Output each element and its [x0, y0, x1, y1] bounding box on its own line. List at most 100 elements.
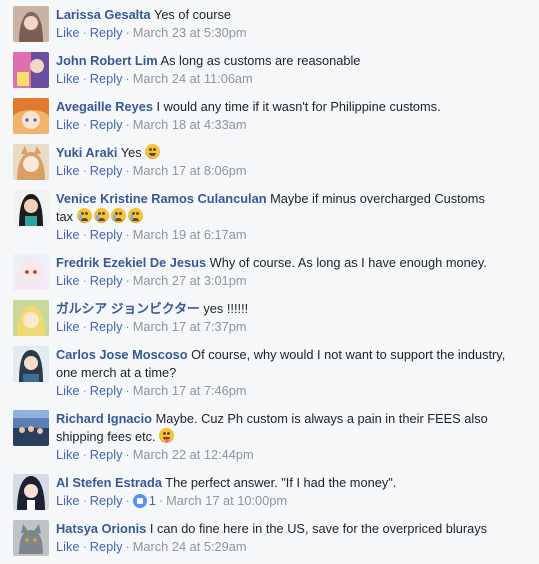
avatar[interactable] [13, 98, 49, 134]
like-link[interactable]: Like [56, 383, 79, 398]
commenter-name[interactable]: Al Stefen Estrada [56, 475, 162, 490]
commenter-name[interactable]: Richard Ignacio [56, 411, 152, 426]
separator: · [125, 163, 130, 178]
reply-link[interactable]: Reply [90, 273, 123, 288]
timestamp[interactable]: March 22 at 12:44pm [133, 447, 254, 462]
timestamp[interactable]: March 17 at 7:37pm [133, 319, 247, 334]
timestamp[interactable]: March 27 at 3:01pm [133, 273, 247, 288]
reply-link[interactable]: Reply [90, 383, 123, 398]
avatar[interactable] [13, 410, 49, 446]
like-count[interactable]: 1 [149, 493, 156, 508]
like-link[interactable]: Like [56, 117, 79, 132]
reply-link[interactable]: Reply [90, 539, 123, 554]
crying-emoji-icon [76, 208, 92, 223]
like-link[interactable]: Like [56, 273, 79, 288]
comment-text: Yes of course [153, 7, 232, 22]
comment-text-continued: tax [56, 209, 74, 224]
timestamp[interactable]: March 17 at 8:06pm [133, 163, 247, 178]
timestamp[interactable]: March 24 at 11:06am [133, 71, 253, 86]
commenter-name[interactable]: John Robert Lim [56, 53, 158, 68]
separator: · [82, 319, 87, 334]
separator: · [125, 273, 130, 288]
commenter-name[interactable]: Venice Kristine Ramos Culanculan [56, 191, 267, 206]
separator: · [125, 25, 130, 40]
avatar[interactable] [13, 144, 49, 180]
commenter-name[interactable]: ガルシア ジョンビクター [56, 301, 200, 316]
reply-link[interactable]: Reply [90, 71, 123, 86]
timestamp[interactable]: March 18 at 4:33am [133, 117, 247, 132]
timestamp[interactable]: March 24 at 5:29am [133, 539, 247, 554]
reply-link[interactable]: Reply [90, 447, 123, 462]
timestamp[interactable]: March 17 at 7:46pm [133, 383, 247, 398]
avatar[interactable] [13, 254, 49, 290]
comment-text: Maybe if minus overcharged Customs [270, 191, 485, 206]
comment-text: yes !!!!!! [203, 301, 249, 316]
separator: · [125, 71, 130, 86]
separator: · [82, 447, 87, 462]
comment-text: Of course, why would I not want to suppo… [191, 347, 506, 362]
like-link[interactable]: Like [56, 539, 79, 554]
timestamp[interactable]: March 17 at 10:00pm [166, 493, 287, 508]
separator: · [82, 227, 87, 242]
separator: · [125, 539, 130, 554]
comment-text: Maybe. Cuz Ph custom is always a pain in… [155, 411, 488, 426]
separator: · [82, 163, 87, 178]
like-count-icon[interactable] [132, 494, 147, 508]
like-link[interactable]: Like [56, 163, 79, 178]
avatar[interactable] [13, 346, 49, 382]
avatar[interactable] [13, 190, 49, 226]
reply-link[interactable]: Reply [90, 319, 123, 334]
avatar[interactable] [13, 300, 49, 336]
like-link[interactable]: Like [56, 493, 79, 508]
like-link[interactable]: Like [56, 71, 79, 86]
like-link[interactable]: Like [56, 25, 79, 40]
reply-link[interactable]: Reply [90, 493, 123, 508]
commenter-name[interactable]: Hatsya Orionis [56, 521, 146, 536]
avatar[interactable] [13, 474, 49, 510]
reply-link[interactable]: Reply [90, 227, 123, 242]
separator: · [125, 447, 130, 462]
comment-text: I would any time if it wasn't for Philip… [156, 99, 441, 114]
comment-text: As long as customs are reasonable [160, 53, 361, 68]
separator: · [125, 383, 130, 398]
comment-text: Why of course. As long as I have enough … [209, 255, 487, 270]
separator: · [82, 493, 87, 508]
separator: · [82, 25, 87, 40]
reply-link[interactable]: Reply [90, 163, 123, 178]
separator: · [82, 71, 87, 86]
separator: · [158, 493, 164, 508]
avatar[interactable] [13, 6, 49, 42]
tongue-emoji-icon [159, 428, 175, 443]
separator: · [125, 117, 130, 132]
smile-emoji-icon [145, 144, 161, 159]
avatar[interactable] [13, 52, 49, 88]
commenter-name[interactable]: Carlos Jose Moscoso [56, 347, 188, 362]
separator: · [82, 383, 87, 398]
commenter-name[interactable]: Fredrik Ezekiel De Jesus [56, 255, 206, 270]
comment-text-continued: shipping fees etc. [56, 429, 156, 444]
separator: · [82, 117, 87, 132]
crying-emoji-icon [93, 208, 109, 223]
commenter-name[interactable]: Avegaille Reyes [56, 99, 153, 114]
crying-emoji-icon [127, 208, 143, 223]
comment-text: I can do fine here in the US, save for t… [149, 521, 488, 536]
reply-link[interactable]: Reply [90, 117, 123, 132]
like-link[interactable]: Like [56, 447, 79, 462]
separator: · [82, 273, 87, 288]
separator: · [125, 227, 130, 242]
timestamp[interactable]: March 23 at 5:30pm [133, 25, 247, 40]
timestamp[interactable]: March 19 at 6:17am [133, 227, 247, 242]
comment-text-continued: one merch at a time? [56, 365, 177, 380]
commenter-name[interactable]: Yuki Araki [56, 145, 117, 160]
commenter-name[interactable]: Larissa Gesalta [56, 7, 151, 22]
separator: · [82, 539, 87, 554]
crying-emoji-icon [110, 208, 126, 223]
reply-link[interactable]: Reply [90, 25, 123, 40]
separator: · [125, 493, 130, 508]
like-link[interactable]: Like [56, 319, 79, 334]
avatar[interactable] [13, 520, 49, 556]
like-link[interactable]: Like [56, 227, 79, 242]
comment-text: Yes [120, 145, 142, 160]
separator: · [125, 319, 130, 334]
comment-text: The perfect answer. "If I had the money"… [165, 475, 397, 490]
